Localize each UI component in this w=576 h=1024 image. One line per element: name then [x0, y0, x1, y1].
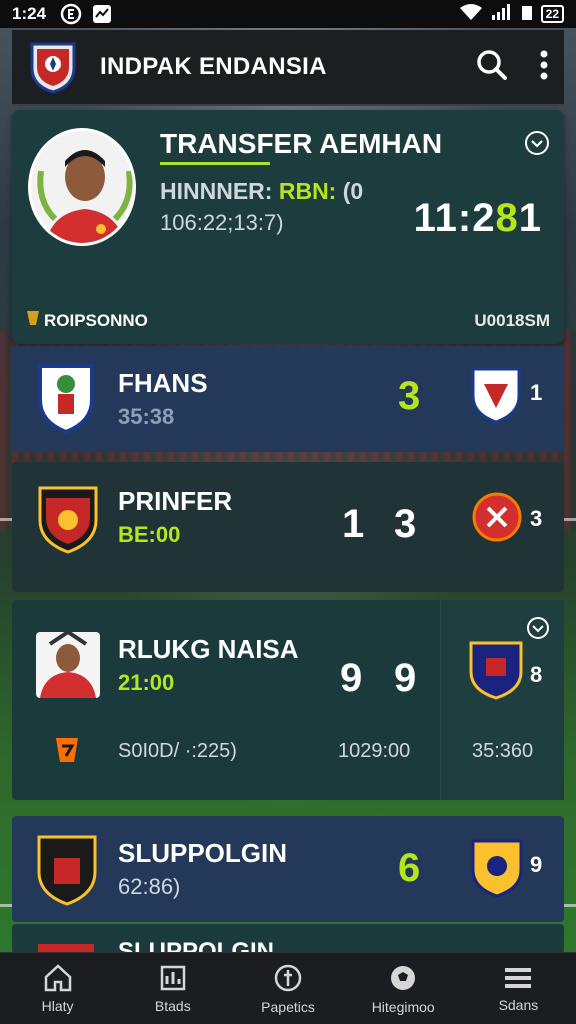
opponent-crest [470, 366, 522, 429]
tag-icon [26, 310, 40, 331]
status-time: 1:24 [12, 4, 47, 23]
event-extra: 35:360 [472, 740, 534, 762]
compass-icon [274, 964, 302, 991]
subline-label: HINNNER: [160, 178, 279, 204]
data-icon [521, 3, 533, 26]
team-crest [36, 484, 100, 559]
chevron-down-icon[interactable] [526, 616, 550, 645]
club-logo[interactable] [28, 40, 78, 94]
match-row[interactable]: PRINFER BE:00 1 3 3 [12, 462, 564, 592]
ball-icon [391, 965, 416, 990]
feature-score-main: 11:2 [413, 196, 496, 240]
match-time: 35:38 [118, 404, 175, 429]
feature-score-highlight: 8 [495, 196, 519, 240]
home-score: 9 [340, 656, 363, 700]
nav-item-home[interactable]: Hlaty [0, 953, 115, 1024]
opponent-crest [472, 490, 522, 549]
nav-item-ball[interactable]: Hitegimoo [346, 953, 461, 1024]
wifi-icon [459, 3, 483, 26]
stats-icon [160, 965, 186, 990]
signal-icon [491, 3, 513, 26]
home-score: 6 [398, 846, 421, 890]
nav-label: Btads [154, 997, 191, 1014]
feature-footer: ROIPSONNO U0018SM [26, 310, 550, 331]
more-vertical-icon[interactable] [540, 50, 548, 85]
feature-score-tail: 1 [518, 196, 542, 240]
nav-label: Hlaty [41, 997, 74, 1014]
match-time: 21:00 [118, 670, 175, 695]
menu-icon [505, 967, 532, 988]
feature-headline: TRANSFER AEMHAN [160, 128, 443, 159]
app-bar: INDPAK ENDANSIA [12, 30, 564, 106]
team-name: PRINFER [118, 486, 233, 516]
nav-label: Hitegimoo [371, 998, 435, 1015]
event-icon [52, 734, 82, 771]
team-crest [32, 628, 104, 707]
nav-item-stats[interactable]: Btads [115, 953, 230, 1024]
opponent-crest [468, 640, 524, 705]
feature-timestamp: 106:22;13:7) [160, 210, 284, 235]
away-score: 9 [394, 656, 417, 700]
subline-highlight: RBN: [278, 178, 337, 204]
team-crest [36, 834, 98, 911]
featured-transfer-card[interactable]: TRANSFER AEMHAN HINNNER: RBN: (0 106:22;… [12, 110, 564, 344]
notification-icon [92, 4, 112, 24]
nav-label: Sdans [498, 996, 539, 1013]
feature-score: 11:281 [414, 196, 542, 241]
nav-label: Papetics [261, 998, 315, 1015]
battery-icon: 22 [540, 5, 564, 23]
match-row-expanded[interactable]: RLUKG NAISA 21:00 9 9 8 S0I0D/ ·:225) 10… [12, 600, 564, 800]
away-score: 3 [394, 502, 417, 546]
match-row[interactable]: SLUPPOLGIN 62:86) 6 9 [12, 816, 564, 922]
nav-item-compass[interactable]: Papetics [230, 953, 345, 1024]
opponent-score: 9 [530, 852, 543, 877]
app-title: INDPAK ENDANSIA [100, 53, 327, 80]
team-name: FHANS [118, 368, 208, 398]
nav-item-menu[interactable]: Sdans [461, 953, 576, 1024]
home-icon [44, 963, 71, 991]
match-time: 62:86) [118, 874, 181, 899]
search-icon[interactable] [476, 49, 508, 86]
team-crest [36, 362, 96, 439]
opponent-score: 3 [530, 506, 543, 531]
footer-right-label: U0018SM [474, 310, 550, 330]
opponent-score: 1 [530, 380, 543, 405]
match-row[interactable]: FHANS 35:38 3 1 [12, 346, 564, 452]
circle-e-icon [60, 3, 82, 25]
match-time: BE:00 [118, 522, 181, 547]
feature-subline: HINNNER: RBN: (0 [160, 178, 363, 205]
battery-level: 22 [545, 7, 559, 21]
event-detail: S0I0D/ ·:225) [118, 740, 237, 762]
home-score: 1 [342, 502, 365, 546]
match-row[interactable]: SLUPPOLGIN [12, 924, 564, 954]
subline-rest: (0 [336, 178, 364, 204]
footer-left-label: ROIPSONNO [44, 310, 148, 330]
bottom-navigation: Hlaty Btads Papetics Hitegimoo Sdans [0, 952, 576, 1024]
chevron-down-icon[interactable] [524, 130, 550, 161]
headline-underline [160, 162, 270, 165]
team-name: SLUPPOLGIN [118, 838, 288, 868]
team-name: RLUKG NAISA [118, 634, 299, 664]
player-avatar [28, 128, 136, 246]
status-bar: 1:24 22 [0, 0, 576, 28]
event-time: 1029:00 [338, 740, 411, 762]
home-score: 3 [398, 374, 421, 418]
opponent-crest [470, 838, 524, 903]
opponent-score: 8 [530, 662, 543, 687]
